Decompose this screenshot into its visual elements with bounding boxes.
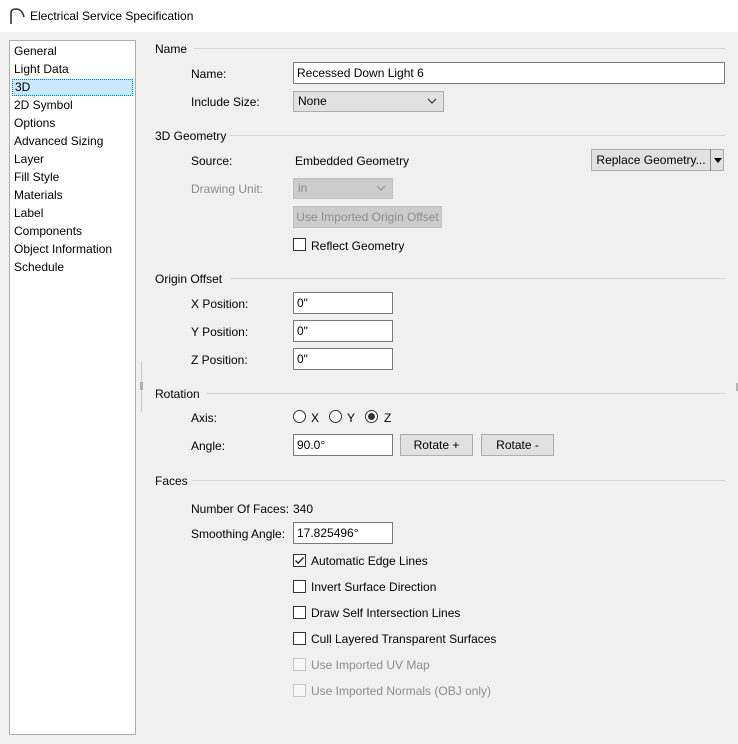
number-of-faces-label: Number Of Faces: — [191, 502, 290, 516]
source-value: Embedded Geometry — [295, 154, 410, 168]
axis-x-radio[interactable] — [293, 410, 306, 423]
drawing-unit-value: in — [298, 181, 308, 195]
angle-label: Angle: — [191, 439, 226, 453]
axis-label: Axis: — [191, 411, 218, 425]
section-divider — [230, 135, 725, 136]
draw-self-intersection-lines-checkbox[interactable] — [293, 606, 306, 619]
name-label: Name: — [191, 67, 227, 81]
sidebar-item-materials[interactable]: Materials — [12, 187, 133, 204]
sidebar-item-components[interactable]: Components — [12, 223, 133, 240]
include-size-label: Include Size: — [191, 95, 260, 109]
sidebar-item-schedule[interactable]: Schedule — [12, 259, 133, 276]
drawing-unit-dropdown[interactable]: in — [293, 178, 393, 199]
include-size-dropdown[interactable]: None — [293, 91, 444, 112]
axis-z-radio[interactable] — [365, 410, 378, 423]
replace-geometry-button[interactable]: Replace Geometry... — [591, 149, 711, 171]
cull-layered-transparent-surfaces-checkbox[interactable] — [293, 632, 306, 645]
sidebar-item-3d[interactable]: 3D — [12, 79, 133, 96]
use-imported-origin-offset-button[interactable]: Use Imported Origin Offset — [293, 206, 442, 228]
source-label: Source: — [191, 154, 233, 168]
sidebar-item-advanced-sizing[interactable]: Advanced Sizing — [12, 133, 133, 150]
cull-layered-transparent-surfaces-label: Cull Layered Transparent Surfaces — [311, 632, 497, 646]
name-input[interactable]: Recessed Down Light 6 — [293, 62, 725, 84]
use-imported-normals-label: Use Imported Normals (OBJ only) — [311, 684, 492, 698]
section-divider — [194, 48, 725, 49]
app-icon — [10, 8, 25, 24]
sidebar-item-options[interactable]: Options — [12, 115, 133, 132]
sidebar-item-layer[interactable]: Layer — [12, 151, 133, 168]
axis-y-label: Y — [347, 411, 356, 425]
replace-geometry-menu-button[interactable] — [710, 149, 724, 171]
window-title: Electrical Service Specification — [30, 9, 194, 23]
automatic-edge-lines-checkbox[interactable] — [293, 554, 306, 567]
reflect-geometry-checkbox[interactable] — [293, 238, 306, 251]
y-position-label: Y Position: — [191, 325, 249, 339]
z-position-label: Z Position: — [191, 353, 248, 367]
checkmark-icon — [295, 557, 305, 565]
invert-surface-direction-label: Invert Surface Direction — [311, 580, 437, 594]
sidebar-item-2d-symbol[interactable]: 2D Symbol — [12, 97, 133, 114]
section-title-faces: Faces — [155, 474, 188, 488]
number-of-faces-value: 340 — [293, 502, 314, 516]
use-imported-normals-checkbox[interactable] — [293, 684, 306, 697]
sidebar-item-label[interactable]: Label — [12, 205, 133, 222]
x-position-input[interactable]: 0" — [293, 292, 393, 314]
z-position-input[interactable]: 0" — [293, 348, 393, 370]
section-divider — [206, 393, 725, 394]
smoothing-angle-label: Smoothing Angle: — [191, 527, 286, 541]
use-imported-uv-map-label: Use Imported UV Map — [311, 658, 430, 672]
angle-input[interactable]: 90.0° — [293, 434, 393, 456]
splitter-grip[interactable] — [140, 362, 143, 412]
rotate-plus-button[interactable]: Rotate + — [400, 434, 473, 456]
use-imported-uv-map-checkbox[interactable] — [293, 658, 306, 671]
sidebar-item-light-data[interactable]: Light Data — [12, 61, 133, 78]
category-list[interactable]: General Light Data 3D 2D Symbol Options … — [9, 40, 136, 735]
draw-self-intersection-lines-label: Draw Self Intersection Lines — [311, 606, 461, 620]
automatic-edge-lines-label: Automatic Edge Lines — [311, 554, 428, 568]
section-divider — [230, 278, 725, 279]
sidebar-item-fill-style[interactable]: Fill Style — [12, 169, 133, 186]
section-divider — [192, 480, 725, 481]
dropdown-arrow-icon — [714, 158, 722, 163]
drawing-unit-label: Drawing Unit: — [191, 182, 264, 196]
title-bar: Electrical Service Specification — [0, 0, 738, 32]
axis-x-label: X — [311, 411, 320, 425]
axis-z-label: Z — [384, 411, 392, 425]
y-position-input[interactable]: 0" — [293, 320, 393, 342]
section-title-name: Name — [155, 42, 188, 56]
x-position-label: X Position: — [191, 297, 249, 311]
section-title-3d-geometry: 3D Geometry — [155, 129, 227, 143]
radio-selected-dot — [368, 413, 375, 420]
axis-y-radio[interactable] — [329, 410, 342, 423]
chevron-down-icon — [376, 185, 386, 191]
rotate-minus-button[interactable]: Rotate - — [481, 434, 554, 456]
invert-surface-direction-checkbox[interactable] — [293, 580, 306, 593]
smoothing-angle-input[interactable]: 17.825496° — [293, 522, 393, 544]
reflect-geometry-label: Reflect Geometry — [311, 239, 405, 253]
include-size-value: None — [298, 94, 327, 108]
section-title-origin-offset: Origin Offset — [155, 272, 223, 286]
section-title-rotation: Rotation — [155, 387, 200, 401]
chevron-down-icon — [427, 98, 437, 104]
sidebar-item-general[interactable]: General — [12, 43, 133, 60]
sidebar-item-object-information[interactable]: Object Information — [12, 241, 133, 258]
